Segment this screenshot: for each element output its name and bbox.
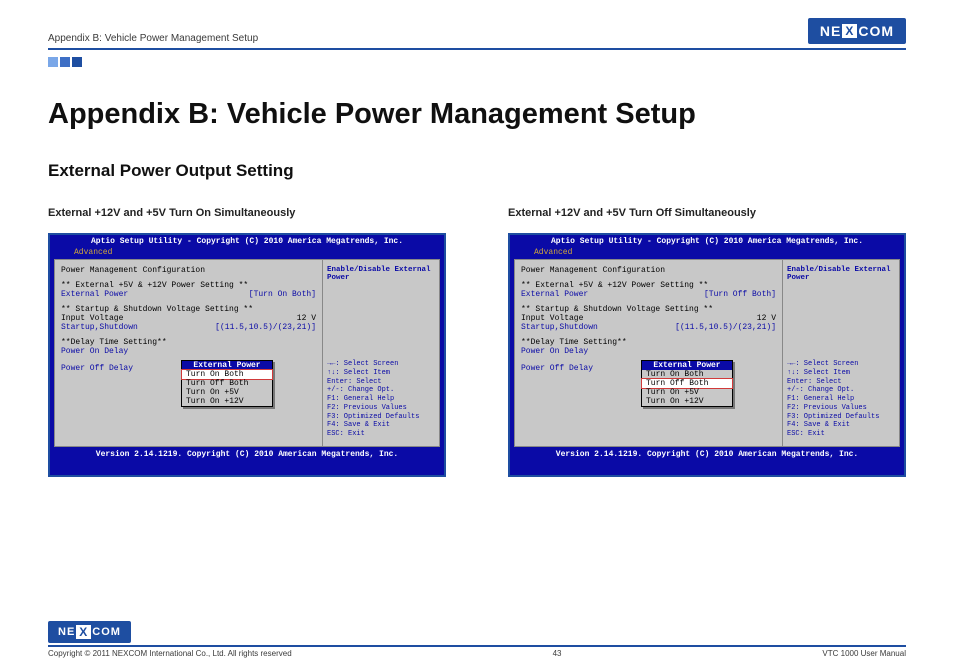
bios-start-hdr: ** Startup & Shutdown Voltage Setting ** — [61, 305, 316, 314]
bios-start-hdr: ** Startup & Shutdown Voltage Setting ** — [521, 305, 776, 314]
page-title: Appendix B: Vehicle Power Management Set… — [48, 98, 906, 131]
popup-opt: Turn On +5V — [182, 388, 272, 397]
bios-tab: Advanced — [510, 248, 904, 259]
popup-opt: Turn On +12V — [182, 397, 272, 406]
bios-screenshot-2: Aptio Setup Utility - Copyright (C) 2010… — [508, 233, 906, 477]
bios-version: Version 2.14.1219. Copyright (C) 2010 Am… — [510, 447, 904, 462]
bios-side-top: Enable/Disable External Power — [327, 266, 435, 282]
footer-page: 43 — [553, 649, 562, 658]
panel1-heading: External +12V and +5V Turn On Simultaneo… — [48, 207, 446, 219]
bios-startup: Startup,Shutdown [(11.5,10.5)/(23,21)] — [521, 323, 776, 332]
bios-on-delay: Power On Delay — [61, 347, 316, 356]
bios-ext-row: External Power [Turn On Both] — [61, 290, 316, 299]
bios-ext-row: External Power [Turn Off Both] — [521, 290, 776, 299]
panel2-heading: External +12V and +5V Turn Off Simultane… — [508, 207, 906, 219]
header-rule — [48, 48, 906, 50]
bios-popup-2: External Power Turn On Both Turn Off Bot… — [641, 360, 733, 407]
bios-involt: Input Voltage 12 V — [61, 314, 316, 323]
footer-manual: VTC 1000 User Manual — [822, 649, 906, 658]
footer-rule — [48, 645, 906, 647]
footer-copyright: Copyright © 2011 NEXCOM International Co… — [48, 649, 292, 658]
logo-top: NEXCOM — [808, 18, 906, 44]
popup-opt: Turn Off Both — [182, 379, 272, 388]
popup-opt: Turn On +12V — [642, 397, 732, 406]
bios-on-delay: Power On Delay — [521, 347, 776, 356]
bios-help: →←: Select Screen — [787, 360, 895, 369]
bios-config: Power Management Configuration — [61, 266, 316, 275]
bios-ext-hdr: ** External +5V & +12V Power Setting ** — [521, 281, 776, 290]
section-title: External Power Output Setting — [48, 161, 906, 181]
bios-popup-1: External Power Turn On Both Turn Off Bot… — [181, 360, 273, 407]
bios-screenshot-1: Aptio Setup Utility - Copyright (C) 2010… — [48, 233, 446, 477]
bios-title: Aptio Setup Utility - Copyright (C) 2010… — [50, 235, 444, 248]
popup-opt: Turn On +5V — [642, 388, 732, 397]
breadcrumb: Appendix B: Vehicle Power Management Set… — [48, 33, 258, 44]
bios-title: Aptio Setup Utility - Copyright (C) 2010… — [510, 235, 904, 248]
logo-bottom: NEXCOM — [48, 621, 131, 643]
bios-version: Version 2.14.1219. Copyright (C) 2010 Am… — [50, 447, 444, 462]
decor-squares — [48, 54, 906, 72]
bios-tab: Advanced — [50, 248, 444, 259]
bios-delay-hdr: **Delay Time Setting** — [521, 338, 776, 347]
bios-config: Power Management Configuration — [521, 266, 776, 275]
bios-delay-hdr: **Delay Time Setting** — [61, 338, 316, 347]
bios-side-top: Enable/Disable External Power — [787, 266, 895, 282]
bios-ext-hdr: ** External +5V & +12V Power Setting ** — [61, 281, 316, 290]
bios-help: →←: Select Screen — [327, 360, 435, 369]
bios-startup: Startup,Shutdown [(11.5,10.5)/(23,21)] — [61, 323, 316, 332]
bios-involt: Input Voltage 12 V — [521, 314, 776, 323]
